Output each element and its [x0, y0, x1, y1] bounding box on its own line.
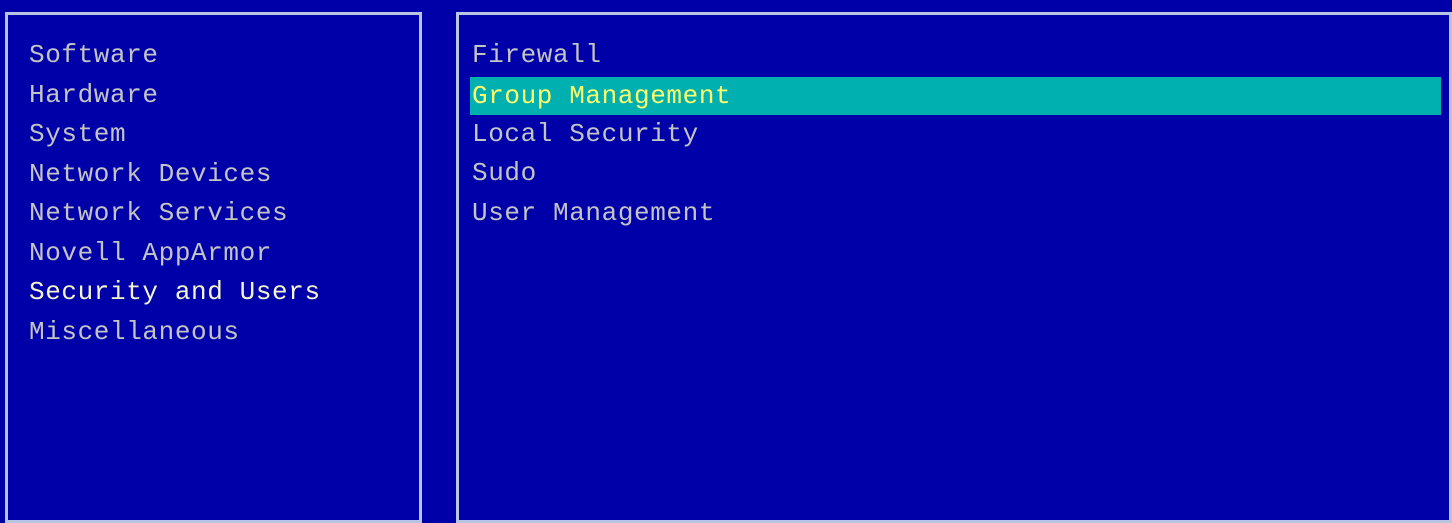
category-item-system[interactable]: System — [27, 115, 321, 155]
module-item-sudo[interactable]: Sudo — [470, 154, 1441, 194]
module-item-firewall[interactable]: Firewall — [470, 36, 1441, 76]
category-item-novell-apparmor[interactable]: Novell AppArmor — [27, 234, 321, 274]
module-panel: Firewall Group Management Local Security… — [456, 12, 1452, 523]
category-list: Software Hardware System Network Devices… — [27, 36, 321, 352]
category-item-software[interactable]: Software — [27, 36, 321, 76]
category-item-security-and-users[interactable]: Security and Users — [27, 273, 321, 313]
module-item-local-security[interactable]: Local Security — [470, 115, 1441, 155]
category-item-hardware[interactable]: Hardware — [27, 76, 321, 116]
category-item-network-services[interactable]: Network Services — [27, 194, 321, 234]
module-item-group-management[interactable]: Group Management — [470, 76, 1441, 115]
category-panel: Software Hardware System Network Devices… — [5, 12, 422, 523]
module-item-user-management[interactable]: User Management — [470, 194, 1441, 234]
category-item-network-devices[interactable]: Network Devices — [27, 155, 321, 195]
category-item-miscellaneous[interactable]: Miscellaneous — [27, 313, 321, 353]
module-list: Firewall Group Management Local Security… — [470, 36, 1441, 233]
